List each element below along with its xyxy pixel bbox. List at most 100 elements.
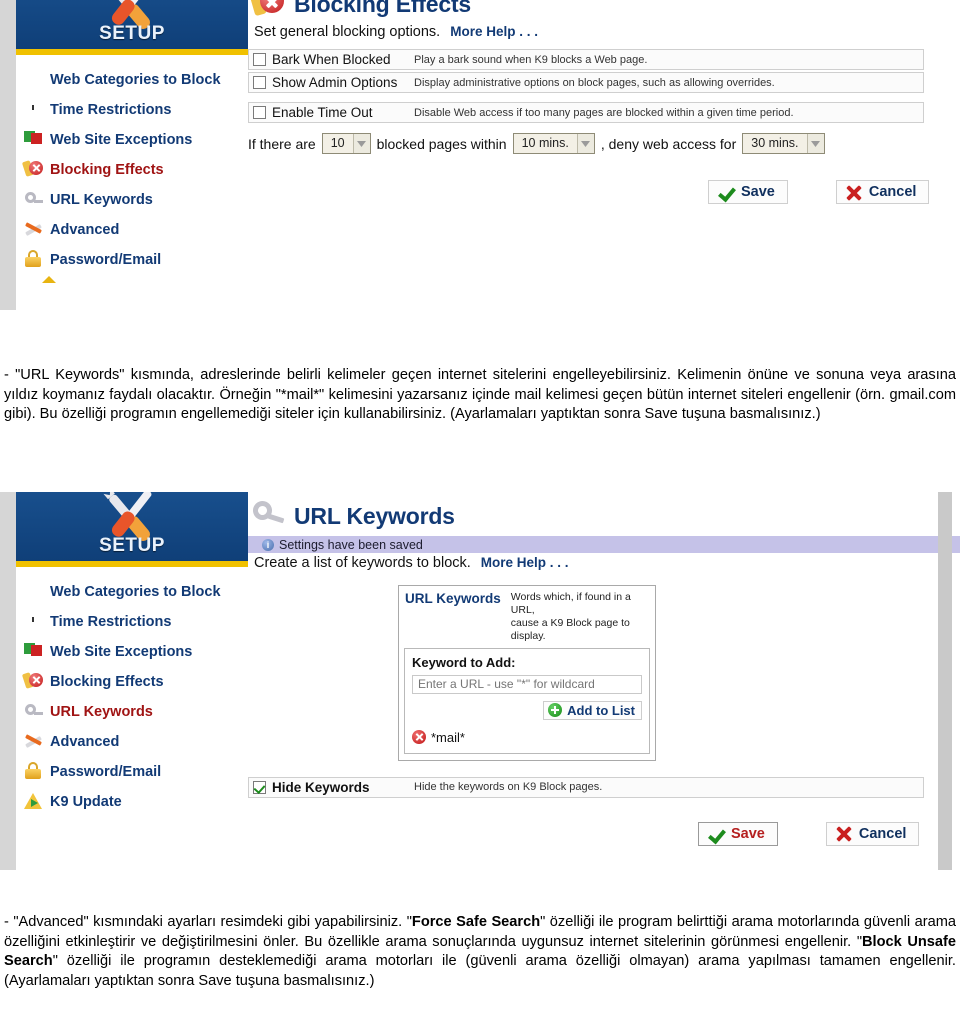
setup-sidebar-1: SETUP Web Categories to Block Time Restr… <box>16 0 248 291</box>
flags-icon <box>24 130 44 150</box>
enable-time-out-checkbox[interactable] <box>253 106 266 119</box>
sidebar-item-url-keywords[interactable]: URL Keywords <box>22 697 248 727</box>
cancel-button[interactable]: Cancel <box>825 821 920 846</box>
para2-segment-a: - "Advanced" kısmındaki ayarları resimde… <box>4 914 412 930</box>
url-keywords-panel: URL Keywords Words which, if found in a … <box>398 585 656 761</box>
sidebar-item-label: K9 Update <box>50 793 122 810</box>
globe-icon <box>24 70 44 90</box>
list-item[interactable]: *mail* <box>412 730 642 745</box>
clock-icon <box>24 100 44 120</box>
nav-list-2: Web Categories to Block Time Restriction… <box>16 567 248 817</box>
sidebar-item-password-email[interactable]: Password/Email <box>22 245 248 275</box>
sidebar-item-blocking-effects[interactable]: Blocking Effects <box>21 667 248 697</box>
deny-duration-select[interactable]: 30 mins. <box>742 133 825 154</box>
sidebar-item-blocking-effects[interactable]: Blocking Effects <box>21 155 248 185</box>
hide-keywords-checkbox[interactable] <box>253 780 266 794</box>
sidebar-item-time-restrictions[interactable]: Time Restrictions <box>22 95 248 125</box>
paragraph-url-keywords: - "URL Keywords" kısmında, adreslerinde … <box>4 367 956 423</box>
close-icon <box>846 185 862 200</box>
sidebar-item-time-restrictions[interactable]: Time Restrictions <box>22 607 248 637</box>
sidebar-item-url-keywords[interactable]: URL Keywords <box>22 185 248 215</box>
main-content-1: Blocking Effects Set general blocking op… <box>248 0 960 310</box>
panel-description-line-1: Words which, if found in a URL, <box>510 591 631 617</box>
settings-saved-notice: i Settings have been saved <box>248 536 960 553</box>
options-list: Bark When Blocked Play a bark sound when… <box>248 49 960 123</box>
sidebar-item-label: Web Site Exceptions <box>50 131 193 148</box>
close-icon <box>836 826 852 841</box>
timeout-text-3: , deny web access for <box>600 135 737 152</box>
cancel-button[interactable]: Cancel <box>835 180 930 204</box>
page-subline-1: Set general blocking options. More Help … <box>248 24 960 40</box>
page-header-2: URL Keywords <box>248 492 960 536</box>
subline-text: Set general blocking options. <box>254 24 441 40</box>
vertical-scrollbar[interactable] <box>938 492 952 870</box>
chevron-down-icon <box>806 134 824 153</box>
cancel-button-label: Cancel <box>868 184 917 200</box>
setup-sidebar-2: SETUP Web Categories to Block Time Restr… <box>16 492 248 817</box>
sidebar-item-label: Web Categories to Block <box>50 71 221 88</box>
setup-header-banner-2: SETUP <box>16 492 248 567</box>
add-button-row: Add to List <box>412 700 642 720</box>
info-icon: i <box>262 538 274 551</box>
lock-icon <box>24 762 44 782</box>
globe-icon <box>24 582 44 602</box>
sidebar-item-label: Advanced <box>50 733 120 750</box>
keyword-input[interactable] <box>412 674 642 694</box>
page-title: URL Keywords <box>294 502 455 529</box>
chevron-down-icon <box>576 134 594 153</box>
option-row-enable-time-out[interactable]: Enable Time Out Disable Web access if to… <box>248 102 924 123</box>
action-buttons-1: Save Cancel <box>248 180 960 204</box>
sidebar-item-web-site-exceptions[interactable]: Web Site Exceptions <box>22 125 248 155</box>
sidebar-item-label: Password/Email <box>50 251 162 268</box>
bark-when-blocked-checkbox[interactable] <box>253 53 266 66</box>
page-header-1: Blocking Effects <box>248 0 960 24</box>
save-button-label: Save <box>731 825 765 842</box>
more-help-link[interactable]: More Help . . . <box>481 555 569 570</box>
update-warning-icon <box>24 792 44 812</box>
option-row-hide-keywords[interactable]: Hide Keywords Hide the keywords on K9 Bl… <box>248 776 924 798</box>
page-subline-2: Create a list of keywords to block. More… <box>248 555 960 571</box>
key-icon <box>24 190 44 210</box>
sidebar-item-web-categories-to-block[interactable]: Web Categories to Block <box>22 65 248 95</box>
sidebar-item-advanced[interactable]: Advanced <box>22 727 248 757</box>
option-row-bark-when-blocked[interactable]: Bark When Blocked Play a bark sound when… <box>248 49 924 70</box>
blocked-pages-count-select[interactable]: 10 <box>321 133 371 154</box>
wrench-icon <box>24 732 44 752</box>
save-button[interactable]: Save <box>708 180 788 204</box>
option-description: Display administrative options on block … <box>414 76 775 89</box>
show-admin-options-checkbox[interactable] <box>253 76 266 89</box>
selected-value: 10 <box>330 136 345 150</box>
save-button[interactable]: Save <box>698 821 778 846</box>
plus-icon <box>548 703 563 717</box>
sidebar-item-k9-update[interactable]: K9 Update <box>22 787 248 817</box>
option-row-show-admin-options[interactable]: Show Admin Options Display administrativ… <box>248 72 924 93</box>
wrench-icon <box>24 220 44 240</box>
sidebar-item-web-site-exceptions[interactable]: Web Site Exceptions <box>22 637 248 667</box>
nav-list-1: Web Categories to Block Time Restriction… <box>16 55 248 291</box>
add-to-list-button[interactable]: Add to List <box>543 700 642 720</box>
stop-sign-icon <box>21 672 44 692</box>
sidebar-item-advanced[interactable]: Advanced <box>22 215 248 245</box>
cancel-button-label: Cancel <box>858 825 907 842</box>
panel-header: URL Keywords Words which, if found in a … <box>399 586 655 648</box>
more-help-link[interactable]: More Help . . . <box>450 24 538 39</box>
selected-value: 30 mins. <box>751 136 799 150</box>
sidebar-item-label: Web Site Exceptions <box>50 643 193 660</box>
remove-keyword-icon[interactable] <box>412 730 426 744</box>
sidebar-item-label: Time Restrictions <box>50 101 172 118</box>
option-description: Hide the keywords on K9 Block pages. <box>414 781 603 793</box>
time-window-select[interactable]: 10 mins. <box>512 133 595 154</box>
keyword-add-section: Keyword to Add: Add to List *mail* <box>404 647 650 754</box>
setup-label-2: SETUP <box>99 535 165 556</box>
sidebar-item-web-categories-to-block[interactable]: Web Categories to Block <box>22 577 248 607</box>
option-label: Enable Time Out <box>272 105 373 120</box>
para2-force-safe-search: Force Safe Search <box>411 914 541 930</box>
window-left-gutter <box>0 492 16 870</box>
timeout-settings-row: If there are 10 blocked pages within 10 … <box>248 133 960 154</box>
panel-description-line-2: cause a K9 Block page to display. <box>510 617 630 643</box>
hide-keywords-section: Hide Keywords Hide the keywords on K9 Bl… <box>248 776 960 798</box>
sidebar-item-label: Blocking Effects <box>50 161 164 178</box>
stop-sign-icon <box>248 0 286 21</box>
key-icon <box>24 702 44 722</box>
sidebar-item-password-email[interactable]: Password/Email <box>22 757 248 787</box>
